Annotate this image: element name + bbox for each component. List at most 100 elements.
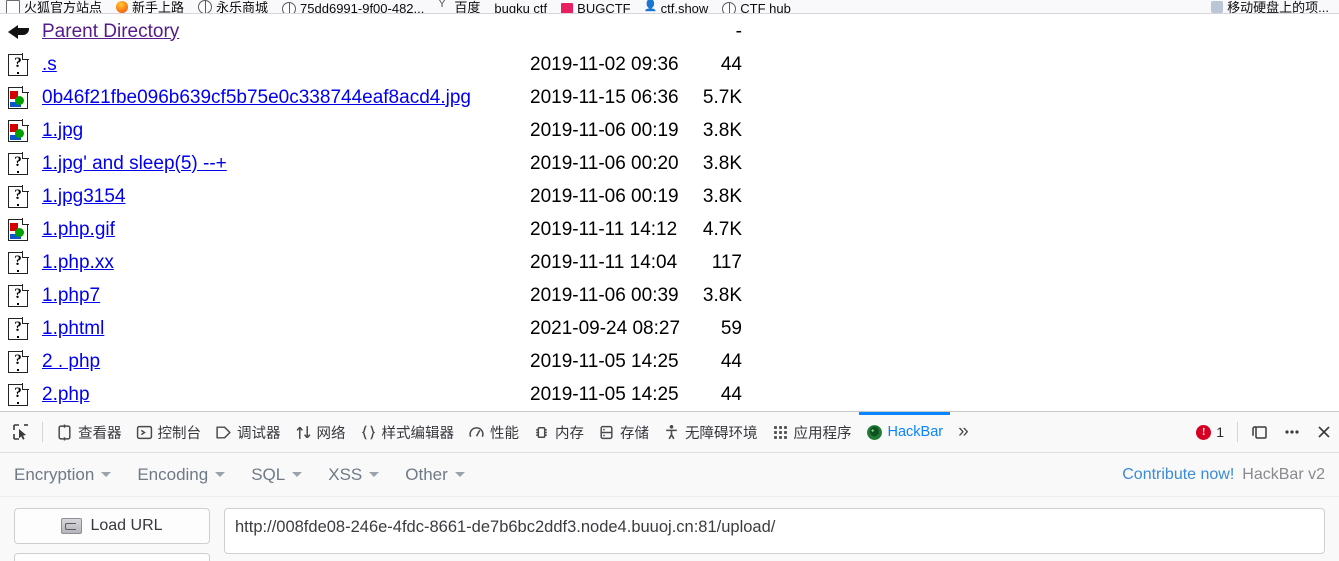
file-link[interactable]: 2.php (42, 384, 90, 405)
tab-inspector[interactable]: 查看器 (49, 412, 129, 452)
file-size: 117 (711, 251, 742, 273)
tab-performance[interactable]: 性能 (461, 412, 526, 452)
hackbar-icon (866, 424, 882, 440)
bookmark-item[interactable]: CTF hub (722, 1, 791, 14)
bookmark-item[interactable]: ctf.show (644, 0, 709, 13)
file-date: 2019-11-06 00:19 (530, 185, 679, 207)
table-row[interactable]: 0b46f21fbe096b639cf5b75e0c338744eaf8acd4… (0, 81, 1339, 114)
bookmark-item[interactable]: 永乐商城 (198, 0, 268, 13)
tab-label: 无障碍环境 (685, 425, 758, 442)
toolbar-divider (1237, 422, 1238, 442)
tab-console[interactable]: 控制台 (129, 412, 209, 452)
table-row[interactable]: ? 1.jpg' and sleep(5) --+ 2019-11-06 00:… (0, 147, 1339, 180)
file-date: 2019-11-06 00:19 (530, 119, 679, 141)
menu-encryption[interactable]: Encryption (14, 465, 112, 485)
file-link[interactable]: 1.jpg' and sleep(5) --+ (42, 153, 227, 174)
file-link[interactable]: 2 . php (42, 351, 100, 372)
tabs-overflow-chevron-icon[interactable]: » (950, 421, 977, 443)
file-name[interactable]: .s (42, 54, 57, 76)
tab-hackbar[interactable]: HackBar (858, 412, 951, 452)
tab-label: HackBar (887, 424, 944, 440)
tab-memory[interactable]: 内存 (526, 412, 591, 452)
table-row[interactable]: ? 1.php.xx 2019-11-11 14:04 117 (0, 246, 1339, 279)
menu-other[interactable]: Other (405, 465, 465, 485)
file-link[interactable]: 0b46f21fbe096b639cf5b75e0c338744eaf8acd4… (42, 87, 471, 108)
table-row[interactable]: 1.php.gif 2019-11-11 14:12 4.7K (0, 213, 1339, 246)
table-row[interactable]: ? .s 2019-11-02 09:36 44 (0, 48, 1339, 81)
file-name[interactable]: 1.jpg (42, 120, 83, 142)
tab-storage[interactable]: 存储 (591, 412, 656, 452)
error-count-badge[interactable]: ! 1 (1196, 424, 1224, 440)
bookmark-item[interactable]: 火狐官方站点 (6, 0, 103, 14)
table-row[interactable]: ? 2 . php 2019-11-05 14:25 44 (0, 345, 1339, 378)
tab-application[interactable]: 应用程序 (765, 412, 859, 452)
menu-sql[interactable]: SQL (251, 465, 303, 485)
file-date: 2019-11-05 14:25 (530, 350, 679, 372)
menu-label: XSS (328, 464, 363, 484)
menu-xss[interactable]: XSS (328, 464, 380, 485)
file-name[interactable]: 2.php (42, 384, 90, 406)
table-row[interactable]: ? 1.phtml 2021-09-24 08:27 59 (0, 312, 1339, 345)
file-name[interactable]: 1.php.gif (42, 219, 115, 241)
file-name[interactable]: 1.php.xx (42, 252, 114, 274)
more-options-icon[interactable] (1277, 417, 1307, 447)
bookmark-item[interactable]: 新手上路 (116, 0, 184, 13)
table-row[interactable]: ? 1.php7 2019-11-06 00:39 3.8K (0, 279, 1339, 312)
file-size: 4.7K (702, 218, 742, 240)
file-link[interactable]: 1.jpg3154 (42, 186, 125, 207)
memory-icon (536, 426, 547, 438)
table-row[interactable]: 1.jpg 2019-11-06 00:19 3.8K (0, 114, 1339, 147)
file-link[interactable]: 1.php.xx (42, 252, 114, 273)
tab-accessibility[interactable]: 无障碍环境 (656, 412, 765, 452)
file-name[interactable]: 2 . php (42, 351, 100, 373)
load-url-label: Load URL (90, 517, 163, 534)
file-name[interactable]: 1.phtml (42, 318, 104, 340)
tab-debugger[interactable]: 调试器 (208, 412, 288, 452)
dock-layout-icon[interactable] (1245, 417, 1275, 447)
bookmark-item[interactable]: bugku ctf (494, 1, 548, 14)
image-file-icon (8, 217, 38, 241)
file-link[interactable]: 1.php7 (42, 285, 100, 306)
parent-directory-row[interactable]: Parent Directory - (0, 15, 1339, 48)
contribute-link[interactable]: Contribute now! (1122, 466, 1234, 484)
bookmark-label: bugku ctf (494, 1, 548, 14)
close-devtools-icon[interactable] (1309, 417, 1339, 447)
split-url-button[interactable] (14, 553, 210, 561)
style-editor-icon (361, 424, 375, 440)
element-picker-icon[interactable] (6, 418, 36, 446)
bookmark-item[interactable]: 75dd6991-9f00-482... (282, 1, 424, 13)
file-link[interactable]: 1.jpg (42, 120, 83, 141)
load-url-button[interactable]: Load URL (14, 508, 210, 544)
file-name[interactable]: 1.jpg' and sleep(5) --+ (42, 153, 227, 175)
tab-label: 查看器 (78, 425, 122, 442)
tab-label: 调试器 (237, 425, 281, 442)
parent-directory-link[interactable]: Parent Directory (42, 21, 179, 42)
tab-label: 性能 (490, 425, 519, 442)
file-size: - (735, 20, 742, 42)
hackbar-version: HackBar v2 (1242, 465, 1325, 483)
file-link[interactable]: 1.phtml (42, 318, 104, 339)
menu-encoding[interactable]: Encoding (137, 465, 226, 485)
tab-style-editor[interactable]: 样式编辑器 (353, 412, 462, 452)
bookmark-item[interactable]: 百度 (438, 0, 480, 13)
table-row[interactable]: ? 2.php 2019-11-05 14:25 44 (0, 378, 1339, 411)
file-link[interactable]: .s (42, 54, 57, 75)
tab-label: 应用程序 (793, 425, 852, 442)
file-name[interactable]: 1.jpg3154 (42, 186, 125, 208)
bookmark-label: CTF hub (740, 1, 791, 14)
file-name[interactable]: 0b46f21fbe096b639cf5b75e0c338744eaf8acd4… (42, 87, 471, 109)
unknown-file-icon: ? (8, 316, 38, 340)
tab-network[interactable]: 网络 (288, 412, 353, 452)
url-input[interactable]: http://008fde08-246e-4fdc-8661-de7b6bc2d… (224, 508, 1325, 554)
bookmark-item-removable-drive[interactable]: 移动硬盘上的项... (1211, 0, 1329, 13)
file-name[interactable]: Parent Directory (42, 21, 179, 43)
file-size: 3.8K (702, 152, 742, 174)
file-link[interactable]: 1.php.gif (42, 219, 115, 240)
bookmark-label: 火狐官方站点 (24, 0, 103, 14)
file-size: 44 (720, 350, 742, 372)
file-name[interactable]: 1.php7 (42, 285, 100, 307)
file-size: 5.7K (702, 86, 742, 108)
bookmark-item[interactable]: BUGCTF (561, 1, 631, 13)
table-row[interactable]: ? 1.jpg3154 2019-11-06 00:19 3.8K (0, 180, 1339, 213)
file-date: 2019-11-11 14:04 (530, 251, 678, 273)
